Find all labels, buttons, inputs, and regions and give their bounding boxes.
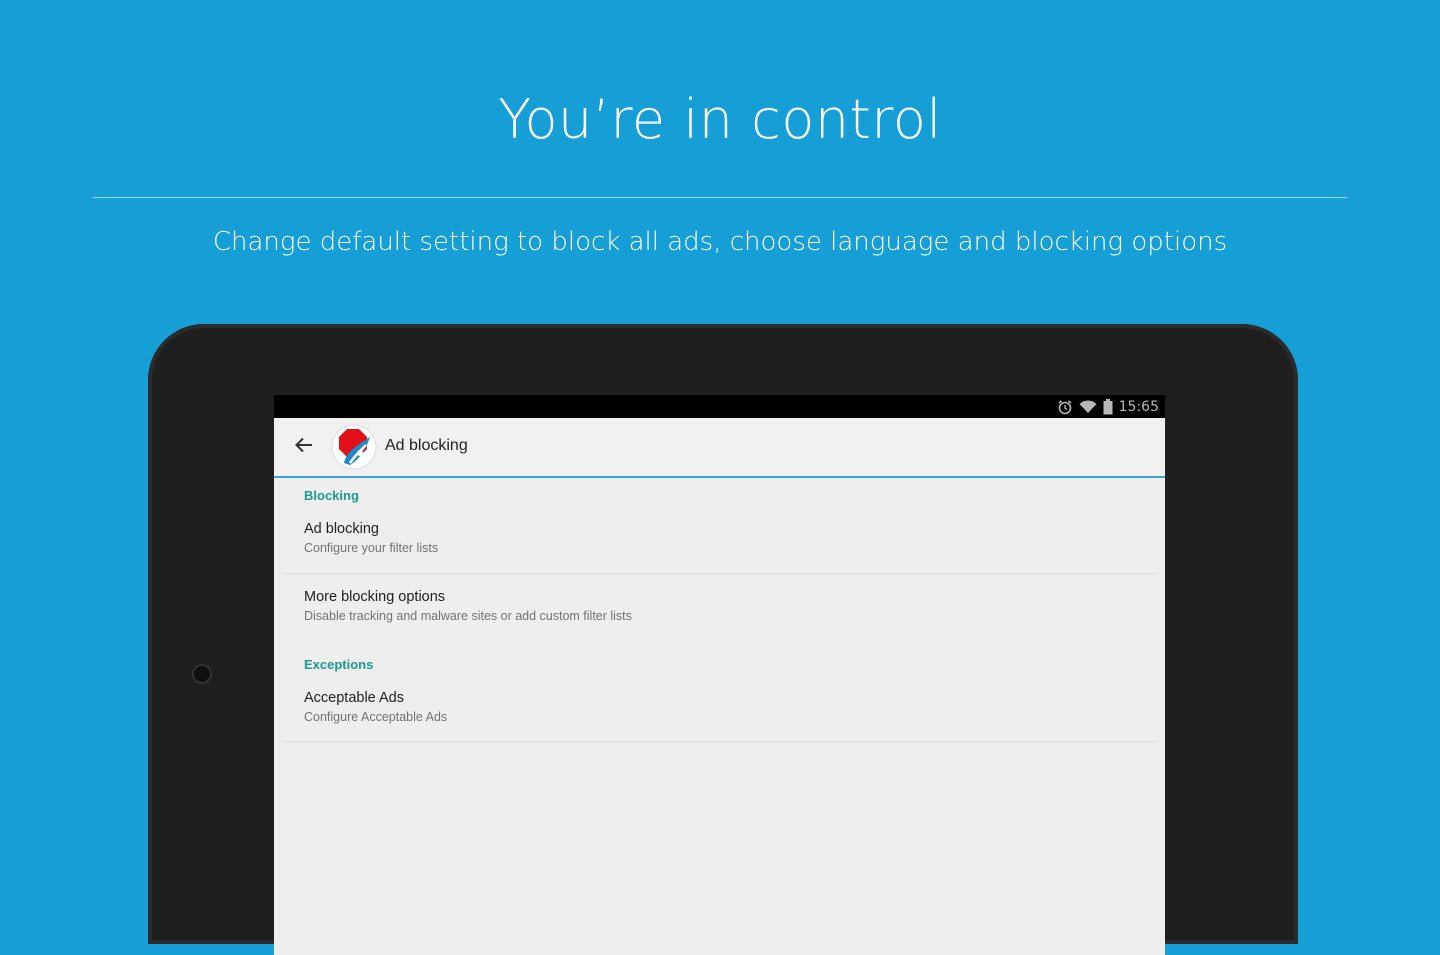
pref-more-blocking-options[interactable]: More blocking options Disable tracking a… [274, 589, 1165, 639]
pref-acceptable-ads[interactable]: Acceptable Ads Configure Acceptable Ads [274, 690, 1165, 740]
pref-title: More blocking options [304, 589, 446, 605]
promo-headline: You’re in control [498, 88, 942, 151]
promo-divider [93, 197, 1347, 198]
pref-divider [282, 741, 1158, 742]
promo-subline: Change default setting to block all ads,… [212, 227, 1228, 257]
status-bar: 15:65 [274, 395, 1165, 418]
device-screen: 15:65 Ad blocking Blocking Ad blocking C… [274, 395, 1165, 955]
battery-icon [1103, 399, 1113, 415]
app-bar: Ad blocking [274, 418, 1165, 478]
pref-title: Acceptable Ads [304, 690, 404, 706]
pref-title: Ad blocking [304, 521, 379, 537]
app-bar-title: Ad blocking [385, 437, 468, 454]
wifi-icon [1079, 400, 1097, 414]
pref-summary: Configure Acceptable Ads [304, 710, 448, 724]
tablet-frame: 15:65 Ad blocking Blocking Ad blocking C… [148, 324, 1298, 955]
adblock-browser-logo-icon [330, 423, 378, 471]
pref-summary: Configure your filter lists [304, 541, 439, 555]
tablet-camera [192, 664, 212, 684]
section-header-exceptions: Exceptions [304, 657, 374, 672]
pref-summary: Disable tracking and malware sites or ad… [304, 609, 632, 623]
section-header-blocking: Blocking [304, 488, 359, 503]
pref-divider [282, 573, 1158, 574]
pref-ad-blocking[interactable]: Ad blocking Configure your filter lists [274, 521, 1165, 571]
status-time: 15:65 [1118, 399, 1159, 415]
back-button[interactable] [290, 433, 318, 461]
status-icons: 15:65 [1057, 398, 1159, 416]
alarm-icon [1057, 399, 1073, 415]
arrow-back-icon [295, 437, 313, 458]
